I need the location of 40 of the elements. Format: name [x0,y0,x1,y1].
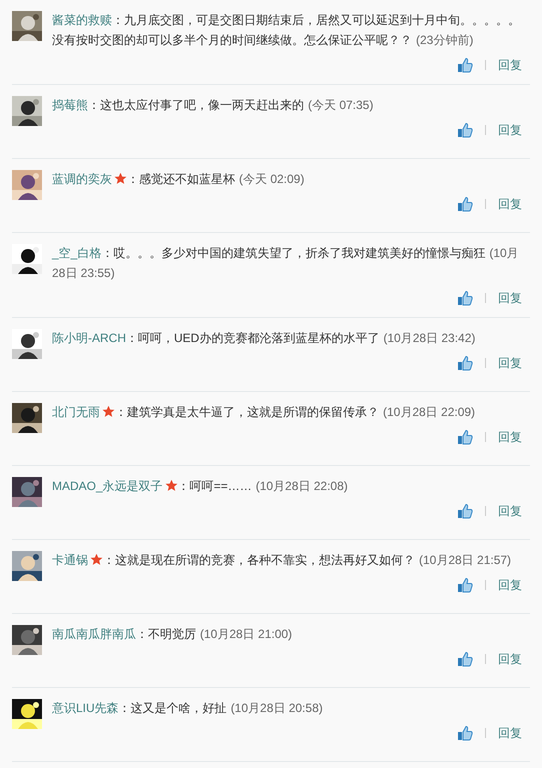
reply-link[interactable]: 回复 [498,724,522,742]
user-name-link[interactable]: 南瓜南瓜胖南瓜 [52,627,136,641]
reply-link[interactable]: 回复 [498,56,522,74]
user-name-link[interactable]: 捣莓熊 [52,98,88,112]
comment-text: 卡通锅 ：这就是现在所谓的竞赛，各种不靠实，想法再好又如何？ (10月28日 21:57) [52,552,512,569]
comment-text: 北门无雨 ：建筑学真是太牛逼了，这就是所谓的保留传承？ (10月28日 22:09) [52,404,476,421]
comment-text: _空_白格：哎。。。多少对中国的建筑失望了，折杀了我对建筑美好的憧憬与痴狂 (10月28日 23:55) [52,245,520,282]
reply-link[interactable]: 回复 [498,502,522,520]
user-name-link[interactable]: 陈小明-ARCH [52,331,126,345]
thumbs-up-icon[interactable] [457,503,473,519]
user-name-link[interactable]: 北门无雨 [52,405,100,419]
user-name-link[interactable]: MADAO_永远是双子 [52,479,163,493]
thumbs-up-icon[interactable] [457,290,473,306]
user-name-link[interactable]: 卡通锅 [52,553,88,567]
user-name-link[interactable]: 蓝调的奕灰 [52,172,112,186]
reply-link[interactable]: 回复 [498,196,522,212]
comment-text: 陈小明-ARCH：呵呵，UED办的竞赛都沦落到蓝星杯的水平了 (10月28日 23:42) [52,330,476,347]
thumbs-up-icon[interactable] [457,122,473,138]
comment-text: MADAO_永远是双子 ：呵呵==…… (10月28日 22:08) [52,478,349,495]
reply-link[interactable]: 回复 [498,650,522,668]
thumbs-up-icon[interactable] [457,429,473,445]
thumbs-up-icon[interactable] [457,57,473,73]
reply-link[interactable]: 回复 [498,354,522,372]
reply-link[interactable]: 回复 [498,290,522,306]
user-name-link[interactable]: 酱菜的救赎 [52,13,112,27]
thumbs-up-icon[interactable] [457,196,473,212]
comment-text: 意识LIU先森：这又是个啥，好扯 (10月28日 20:58) [52,700,324,717]
comment-text: 南瓜南瓜胖南瓜：不明觉厉 (10月28日 21:00) [52,626,294,643]
reply-link[interactable]: 回复 [498,576,522,594]
comment-text: 酱菜的救赎：九月底交图，可是交图日期结束后，居然又可以延迟到十月中旬。。。。。没有按时交图的却可以多半个月的时间继续做。怎么保证公平呢？？ (23分钟前) [52,12,521,49]
thumbs-up-icon[interactable] [457,355,473,371]
thumbs-up-icon[interactable] [457,651,473,667]
user-name-link[interactable]: 意识LIU先森 [52,701,119,715]
comment-text: 捣莓熊：这也太应付事了吧，像一两天赶出来的 (今天 07:35) [52,97,374,114]
comment-text: 蓝调的奕灰 ：感觉还不如蓝星杯 (今天 02:09) [52,171,306,188]
reply-link[interactable]: 回复 [498,122,522,138]
thumbs-up-icon[interactable] [457,725,473,741]
thumbs-up-icon[interactable] [457,577,473,593]
reply-link[interactable]: 回复 [498,428,522,446]
user-name-link[interactable]: _空_白格 [52,246,102,260]
